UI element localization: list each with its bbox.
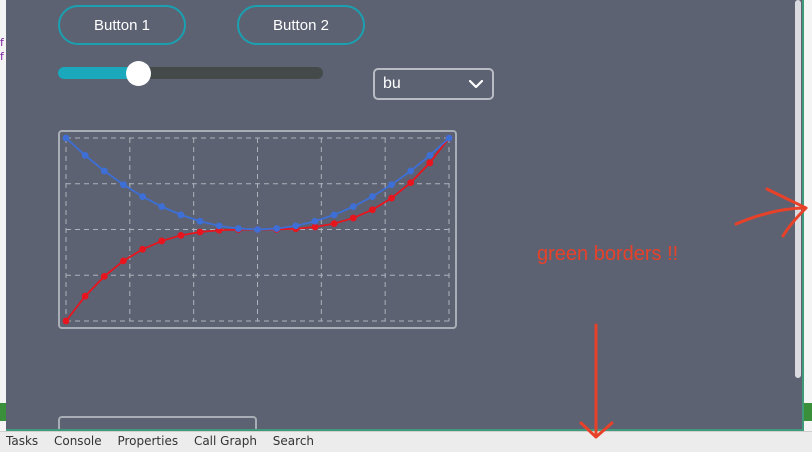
arrow-right-icon <box>734 206 808 226</box>
annotation-arrows <box>579 187 808 439</box>
